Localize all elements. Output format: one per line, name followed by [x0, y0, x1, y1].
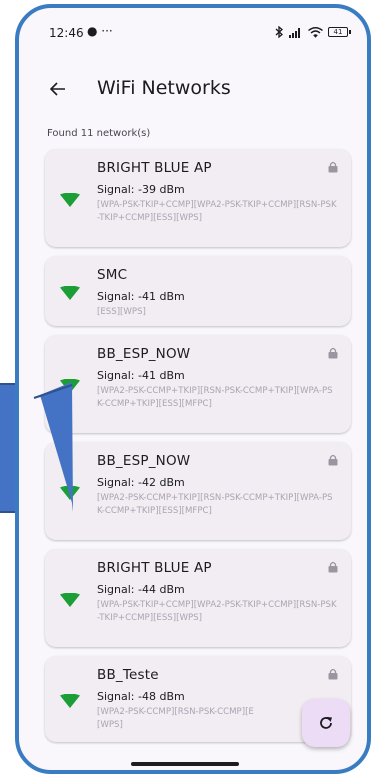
- callout-tail: [33, 382, 73, 512]
